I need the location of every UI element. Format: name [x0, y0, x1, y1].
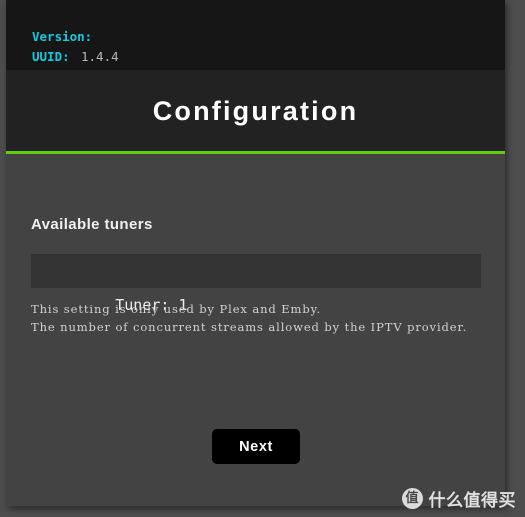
title-band: Configuration [6, 70, 505, 151]
tuner-hint-line-1: This setting is only used by Plex and Em… [31, 302, 322, 316]
page-title: Configuration [152, 96, 359, 126]
next-button[interactable]: Next [212, 429, 300, 464]
configuration-panel: Version: 1.4.4 OS: windows UUID: 2019-07… [6, 0, 505, 506]
tuner-hint-line-2: The number of concurrent streams allowed… [31, 320, 468, 334]
info-row-streams: Streams: 0 / 0 DVR: localhost:34400 [6, 47, 505, 144]
tuner-selector-row[interactable]: Tuner: 1 [31, 254, 481, 314]
app-root: Version: 1.4.4 OS: windows UUID: 2019-07… [0, 0, 525, 517]
watermark-badge-icon: 值 [401, 488, 423, 509]
info-row-uuid: UUID: 2019-07-CVHZ-2L9TKS Arch: amd64 [6, 27, 505, 124]
available-tuners-heading: Available tuners [31, 216, 153, 233]
info-row-version: Version: 1.4.4 OS: windows [6, 7, 505, 104]
main-content: Available tuners Tuner: 1 This setting i… [6, 154, 505, 506]
watermark-text: 什么值得买 [428, 491, 516, 511]
watermark: 值 什么值得买 [401, 486, 517, 511]
system-info-bar: Version: 1.4.4 OS: windows UUID: 2019-07… [6, 0, 505, 144]
